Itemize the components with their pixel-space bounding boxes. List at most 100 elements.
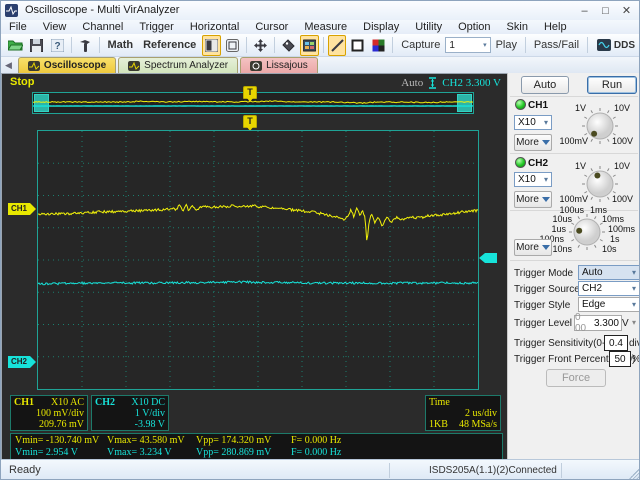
ch2-vmax: Vmax= 3.234 V xyxy=(107,447,172,458)
tab-spectrum-analyzer[interactable]: Spectrum Analyzer xyxy=(118,57,238,73)
save-button[interactable] xyxy=(27,35,46,56)
capture-count-select[interactable]: 1 ▾ xyxy=(445,37,490,53)
auto-button[interactable]: Auto xyxy=(521,76,569,94)
graticule xyxy=(37,130,479,390)
hammer-icon xyxy=(79,39,92,52)
math-button[interactable]: Math xyxy=(102,39,138,51)
ch1-position-marker[interactable]: CH1 xyxy=(8,203,30,215)
tool-hammer-button[interactable] xyxy=(76,35,95,56)
window-controls: – □ ✕ xyxy=(574,3,637,18)
menu-item-measure[interactable]: Measure xyxy=(296,21,355,33)
ch1-freq: F= 0.000 Hz xyxy=(291,435,341,446)
force-trigger-button[interactable]: Force xyxy=(546,369,606,387)
menu-item-channel[interactable]: Channel xyxy=(74,21,131,33)
draw-line-button[interactable] xyxy=(328,35,347,56)
move-button[interactable] xyxy=(251,35,270,56)
help-icon: ? xyxy=(51,39,64,52)
menu-item-utility[interactable]: Utility xyxy=(407,21,450,33)
close-button[interactable]: ✕ xyxy=(616,3,637,18)
ch1-panel-label: CH1 xyxy=(528,100,548,111)
screenshot-button[interactable] xyxy=(300,35,319,56)
trigger-mode-value: Auto xyxy=(582,267,603,278)
app-window: Oscilloscope - Multi VirAnalyzer – □ ✕ F… xyxy=(0,0,640,480)
menu-item-trigger[interactable]: Trigger xyxy=(131,21,181,33)
trigger-style-label: Trigger Style xyxy=(514,300,570,311)
tab-bar: ◀ OscilloscopeSpectrum AnalyzerLissajous xyxy=(1,57,640,73)
trigger-level-input[interactable]: 0 003.300 xyxy=(574,315,622,331)
tab-lissajous[interactable]: Lissajous xyxy=(240,57,318,73)
tag-icon xyxy=(282,39,295,52)
menu-item-cursor[interactable]: Cursor xyxy=(247,21,296,33)
menu-item-display[interactable]: Display xyxy=(355,21,407,33)
ch1-probe-select[interactable]: X10▾ xyxy=(514,115,552,130)
trigger-source-select[interactable]: CH2▾ xyxy=(578,281,640,296)
chevron-down-icon: ▾ xyxy=(483,41,487,49)
menu-item-file[interactable]: File xyxy=(1,21,35,33)
chevron-down-icon: ▾ xyxy=(632,300,636,309)
trigger-mode-select[interactable]: Auto▾ xyxy=(578,265,640,280)
color-palette-button[interactable] xyxy=(369,35,388,56)
run-button[interactable]: Run xyxy=(587,76,637,94)
dds-button[interactable]: DDS xyxy=(592,35,640,56)
svg-text:10s: 10s xyxy=(602,244,617,254)
chevron-down-icon xyxy=(542,245,550,250)
ch2-freq: F= 0.000 Hz xyxy=(291,447,341,458)
menu-item-help[interactable]: Help xyxy=(536,21,575,33)
ch2-position-marker[interactable]: CH2 xyxy=(8,356,30,368)
ch2-scale: 1 V/div xyxy=(95,408,165,419)
open-file-button[interactable] xyxy=(6,35,25,56)
chevron-down-icon: ▾ xyxy=(544,175,548,184)
ch1-vpp: Vpp= 174.320 mV xyxy=(196,435,271,446)
trigger-sensitivity-input[interactable]: 0.4 xyxy=(604,335,628,351)
chevron-down-icon: ▾ xyxy=(544,118,548,127)
resize-grip[interactable] xyxy=(628,468,640,480)
label-button[interactable] xyxy=(279,35,298,56)
ch2-info-title: CH2 xyxy=(95,397,115,408)
tab-scroll-left-icon[interactable]: ◀ xyxy=(5,60,12,71)
play-button[interactable]: Play xyxy=(491,39,522,51)
reference-button[interactable]: Reference xyxy=(138,39,201,51)
tab-oscilloscope[interactable]: Oscilloscope xyxy=(18,57,116,73)
ch2-volts-knob[interactable]: 1V10V100mV100V xyxy=(558,156,640,211)
maximize-button[interactable]: □ xyxy=(595,3,616,18)
menu-item-option[interactable]: Option xyxy=(450,21,498,33)
menu-item-horizontal[interactable]: Horizontal xyxy=(182,21,248,33)
waveform-icon xyxy=(128,61,140,71)
chevron-down-icon[interactable]: ▾ xyxy=(632,318,636,327)
ch2-probe-coupling: X10 DC xyxy=(131,397,165,408)
svg-text:100V: 100V xyxy=(612,136,633,146)
ch2-probe-select[interactable]: X10▾ xyxy=(514,172,552,187)
draw-square-button[interactable] xyxy=(348,35,367,56)
trigger-position-marker-main[interactable]: T xyxy=(243,115,257,128)
passfail-button[interactable]: Pass/Fail xyxy=(529,39,584,51)
menu-item-skin[interactable]: Skin xyxy=(499,21,536,33)
ch1-volts-knob[interactable]: 1V10V100mV100V xyxy=(558,98,640,153)
menu-item-view[interactable]: View xyxy=(35,21,75,33)
minimize-button[interactable]: – xyxy=(574,3,595,18)
app-icon xyxy=(5,4,18,17)
split-view-button[interactable] xyxy=(202,35,221,56)
ch2-panel-label: CH2 xyxy=(528,158,548,169)
full-window-button[interactable] xyxy=(223,35,242,56)
split-panel-icon xyxy=(205,39,218,52)
trigger-front-input[interactable]: 50 xyxy=(609,351,631,367)
scope-display: Stop Auto CH2 3.300 V T T CH1 CH2 xyxy=(1,73,507,459)
trigger-position-marker-preview[interactable]: T xyxy=(243,86,257,99)
window-frame-icon xyxy=(226,39,239,52)
toolbar: ? Math Reference xyxy=(1,34,640,57)
device-status: ISDS205A(1.1)(2)Connected xyxy=(429,465,557,476)
ch1-more-button[interactable]: More xyxy=(514,134,552,151)
sample-rate: 48 MSa/s xyxy=(459,419,497,430)
time-more-button[interactable]: More xyxy=(514,239,552,256)
ch1-enable-led[interactable] xyxy=(515,99,526,110)
control-panel: Auto Run CH1 X10▾ More 1V10V100mV100V CH… xyxy=(507,73,640,459)
trigger-level-readout: CH2 3.300 V xyxy=(442,77,501,89)
trigger-front-unit: % xyxy=(632,354,640,365)
trigger-level-marker[interactable] xyxy=(485,253,497,263)
time-info-box: Time 2 us/div 1KB48 MSa/s xyxy=(425,395,501,431)
trigger-style-select[interactable]: Edge▾ xyxy=(578,297,640,312)
waveform-plot xyxy=(38,131,478,389)
ch2-enable-led[interactable] xyxy=(515,157,526,168)
help-button[interactable]: ? xyxy=(48,35,67,56)
chevron-down-icon: ▾ xyxy=(632,284,636,293)
